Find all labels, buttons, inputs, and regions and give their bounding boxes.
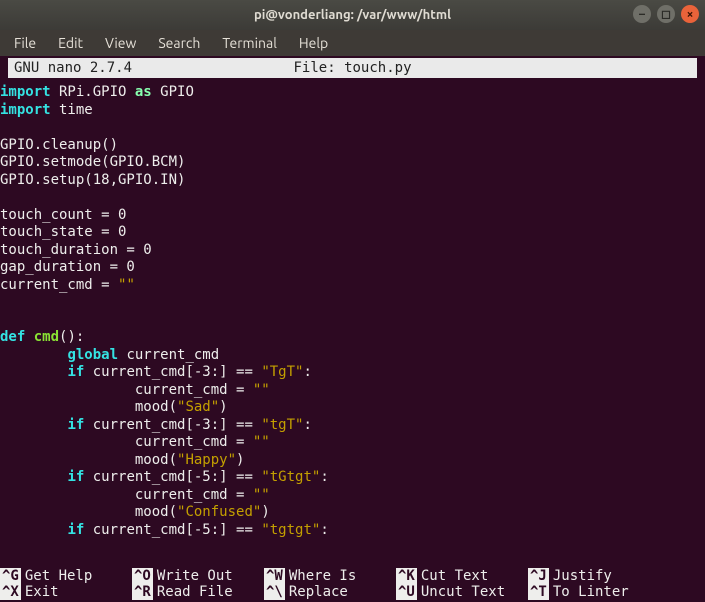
- code-line: touch_state = 0: [0, 224, 705, 242]
- shortcut-item: ^J Justify: [528, 568, 660, 584]
- code-line: mood("Sad"): [0, 399, 705, 417]
- shortcut-row-2: ^X Exit^R Read File^\ Replace^U Uncut Te…: [0, 584, 705, 600]
- nano-editor-content[interactable]: import RPi.GPIO as GPIOimport time GPIO.…: [0, 78, 705, 576]
- menubar: File Edit View Search Terminal Help: [0, 30, 705, 56]
- shortcut-label: Cut Text: [421, 568, 488, 584]
- shortcut-key: ^T: [528, 584, 549, 600]
- shortcut-key: ^\: [264, 584, 285, 600]
- code-line: [0, 119, 705, 137]
- shortcut-key: ^W: [264, 568, 285, 584]
- code-line: current_cmd = "": [0, 434, 705, 452]
- nano-version: GNU nano 2.7.4: [14, 60, 132, 76]
- code-line: touch_count = 0: [0, 207, 705, 225]
- menu-view[interactable]: View: [95, 33, 146, 53]
- shortcut-item: ^O Write Out: [132, 568, 264, 584]
- menu-help[interactable]: Help: [289, 33, 338, 53]
- window-titlebar: pi@vonderliang: /var/www/html – ◻ ×: [0, 0, 705, 30]
- shortcut-item: ^\ Replace: [264, 584, 396, 600]
- shortcut-label: Where Is: [289, 568, 356, 584]
- code-line: GPIO.cleanup(): [0, 137, 705, 155]
- shortcut-row-1: ^G Get Help^O Write Out^W Where Is^K Cut…: [0, 568, 705, 584]
- shortcut-item: ^R Read File: [132, 584, 264, 600]
- shortcut-item: ^U Uncut Text: [396, 584, 528, 600]
- shortcut-key: ^O: [132, 568, 153, 584]
- code-line: mood("Happy"): [0, 452, 705, 470]
- code-line: global current_cmd: [0, 347, 705, 365]
- code-line: touch_duration = 0: [0, 242, 705, 260]
- code-line: GPIO.setup(18,GPIO.IN): [0, 172, 705, 190]
- shortcut-label: Read File: [157, 584, 233, 600]
- window-title: pi@vonderliang: /var/www/html: [254, 8, 451, 22]
- shortcut-item: ^T To Linter: [528, 584, 660, 600]
- menu-edit[interactable]: Edit: [48, 33, 93, 53]
- code-line: if current_cmd[-5:] == "tgtgt":: [0, 522, 705, 540]
- menu-terminal[interactable]: Terminal: [212, 33, 287, 53]
- code-line: current_cmd = "": [0, 487, 705, 505]
- shortcut-key: ^X: [0, 584, 21, 600]
- code-line: GPIO.setmode(GPIO.BCM): [0, 154, 705, 172]
- shortcut-label: Replace: [289, 584, 348, 600]
- shortcut-item: ^G Get Help: [0, 568, 132, 584]
- shortcut-label: Get Help: [25, 568, 92, 584]
- code-line: mood("Confused"): [0, 504, 705, 522]
- code-line: def cmd():: [0, 329, 705, 347]
- shortcut-label: Exit: [25, 584, 59, 600]
- shortcut-item: ^W Where Is: [264, 568, 396, 584]
- code-line: if current_cmd[-3:] == "TgT":: [0, 364, 705, 382]
- shortcut-label: To Linter: [553, 584, 629, 600]
- menu-search[interactable]: Search: [148, 33, 210, 53]
- minimize-button[interactable]: –: [633, 5, 651, 23]
- shortcut-key: ^K: [396, 568, 417, 584]
- shortcut-key: ^U: [396, 584, 417, 600]
- code-line: [0, 312, 705, 330]
- shortcut-key: ^J: [528, 568, 549, 584]
- shortcut-label: Write Out: [157, 568, 233, 584]
- nano-file-label: File: touch.py: [293, 60, 411, 76]
- shortcut-key: ^R: [132, 584, 153, 600]
- code-line: current_cmd = "": [0, 277, 705, 295]
- code-line: gap_duration = 0: [0, 259, 705, 277]
- shortcut-item: ^K Cut Text: [396, 568, 528, 584]
- code-line: import RPi.GPIO as GPIO: [0, 84, 705, 102]
- maximize-button[interactable]: ◻: [657, 5, 675, 23]
- shortcut-item: ^X Exit: [0, 584, 132, 600]
- terminal-area[interactable]: GNU nano 2.7.4 File: touch.py import RPi…: [0, 58, 705, 602]
- code-line: [0, 189, 705, 207]
- shortcut-label: Justify: [553, 568, 612, 584]
- code-line: current_cmd = "": [0, 382, 705, 400]
- window-controls: – ◻ ×: [633, 5, 699, 23]
- code-line: [0, 294, 705, 312]
- shortcut-label: Uncut Text: [421, 584, 505, 600]
- code-line: import time: [0, 102, 705, 120]
- shortcut-key: ^G: [0, 568, 21, 584]
- code-line: if current_cmd[-5:] == "tGtgt":: [0, 469, 705, 487]
- nano-status-bar: GNU nano 2.7.4 File: touch.py: [8, 58, 697, 78]
- close-button[interactable]: ×: [681, 5, 699, 23]
- menu-file[interactable]: File: [4, 33, 46, 53]
- code-line: if current_cmd[-3:] == "tgT":: [0, 417, 705, 435]
- nano-shortcuts: ^G Get Help^O Write Out^W Where Is^K Cut…: [0, 568, 705, 602]
